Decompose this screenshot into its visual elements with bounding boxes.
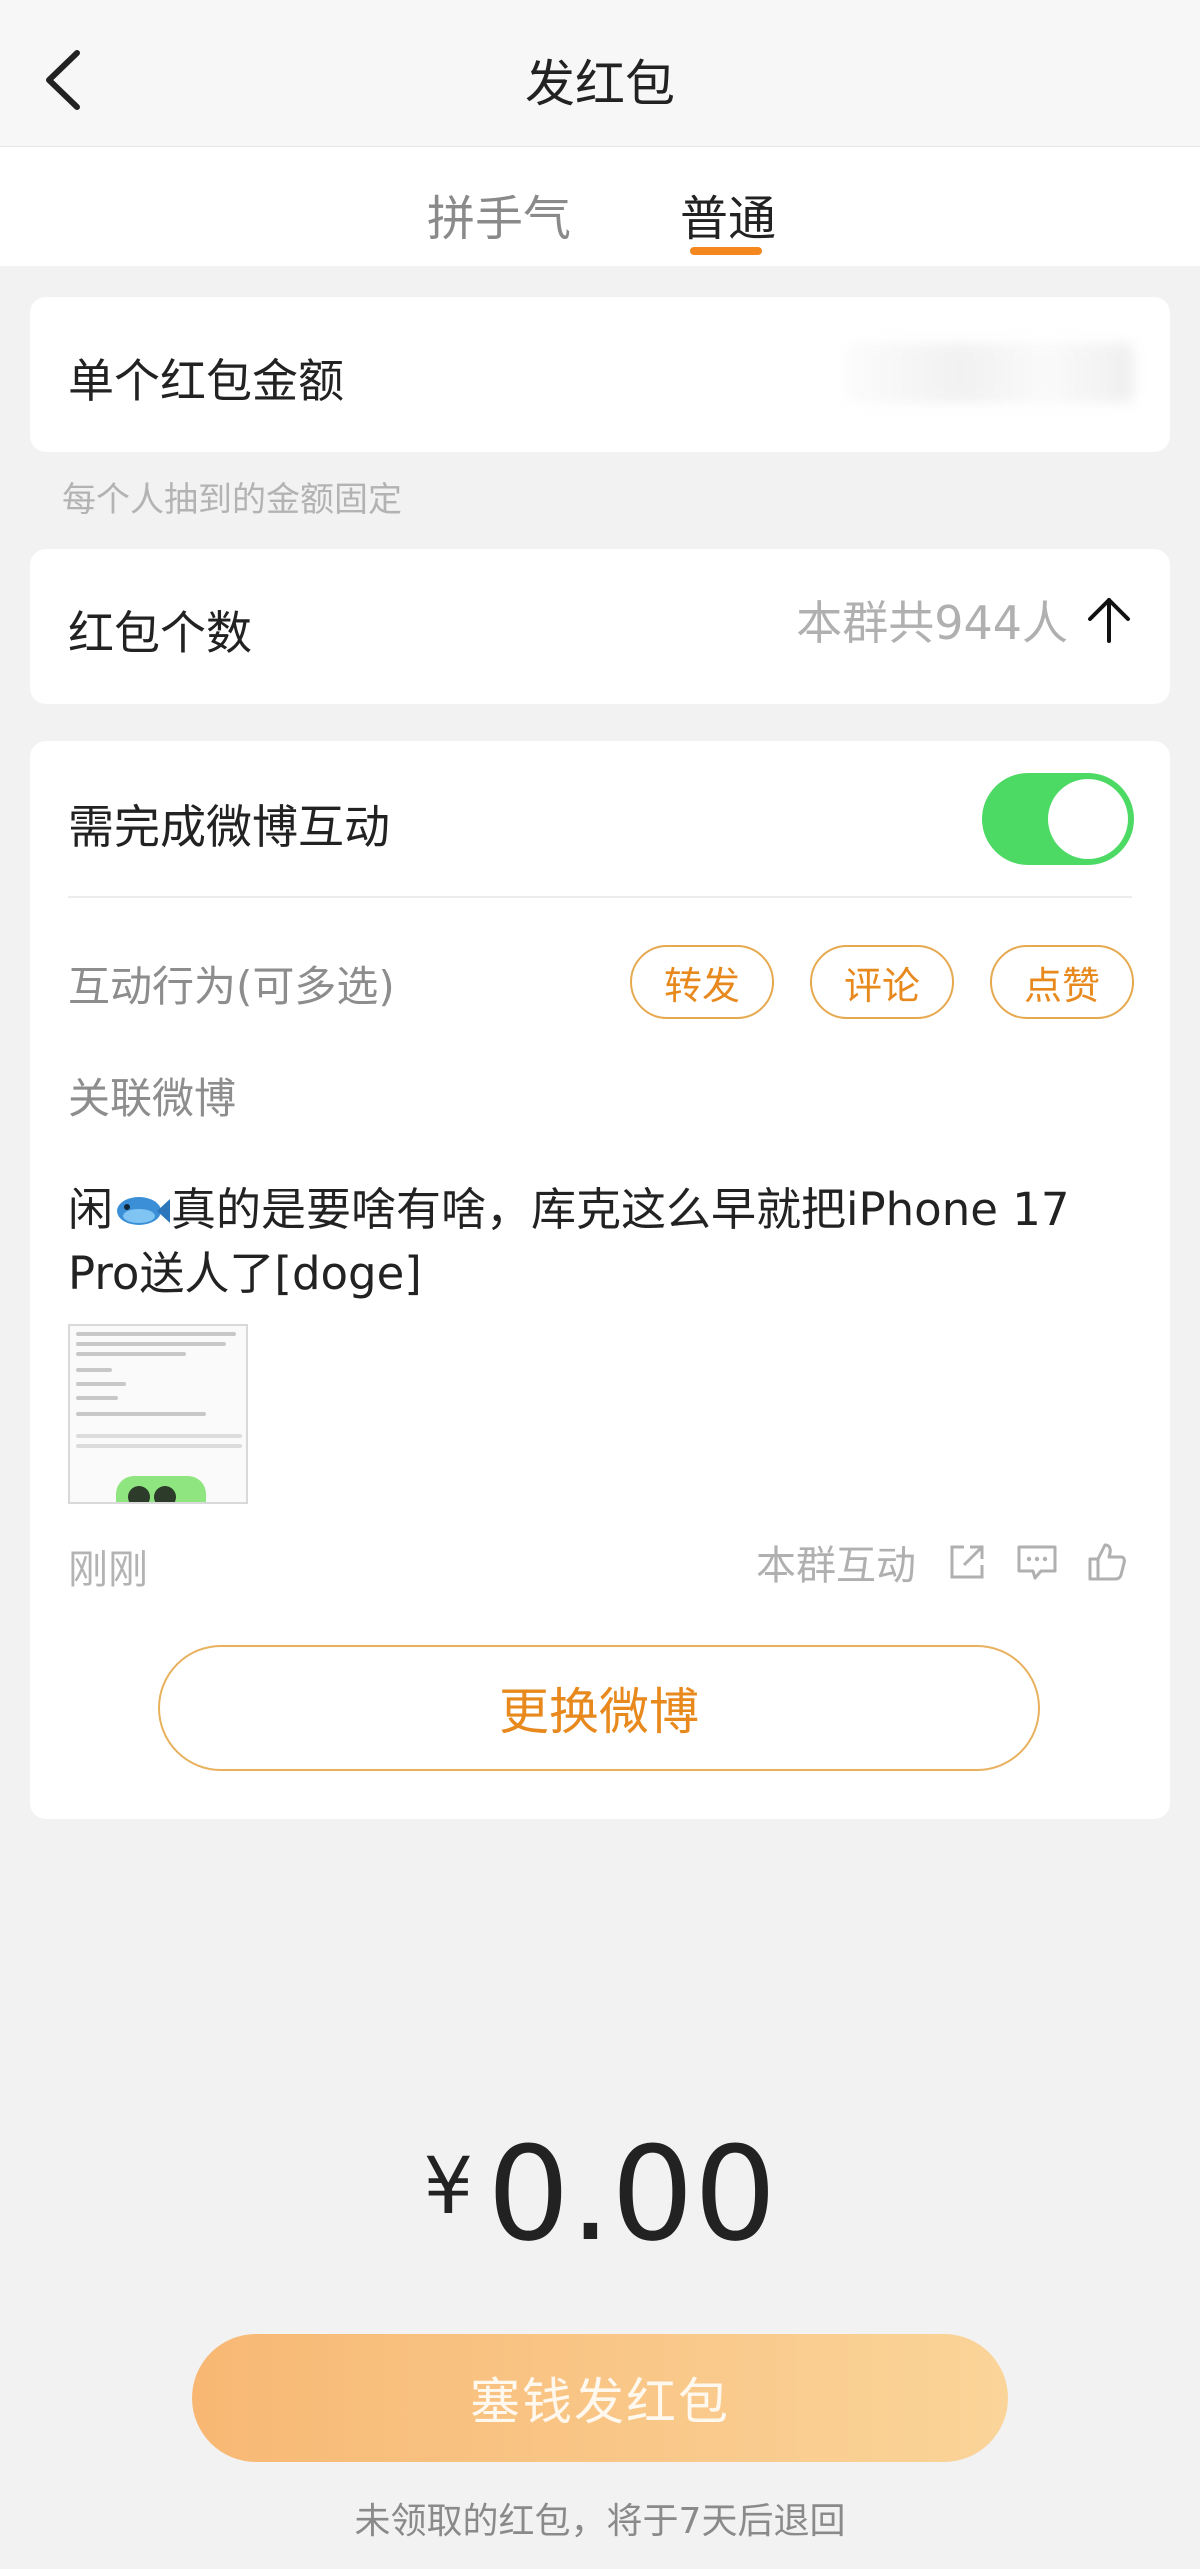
- tab-normal[interactable]: 普通: [680, 179, 776, 249]
- amount-input-blurred[interactable]: [844, 343, 1134, 403]
- comment-icon: [1017, 1545, 1057, 1580]
- action-comment-chip[interactable]: 评论: [810, 945, 954, 1019]
- group-interaction-text: 本群互动: [756, 1543, 916, 1589]
- amount-card[interactable]: 单个红包金额: [30, 297, 1170, 452]
- change-weibo-button[interactable]: 更换微博: [158, 1645, 1040, 1771]
- count-input[interactable]: 本群共944人: [796, 587, 1132, 653]
- weibo-post-text: 闲真的是要啥有啥，库克这么早就把iPhone 17 Pro送人了[doge]: [68, 1178, 1148, 1306]
- total-amount: ¥0.00: [0, 2118, 1200, 2270]
- linked-weibo-label: 关联微博: [68, 1074, 237, 1123]
- toggle-knob: [1048, 779, 1128, 859]
- refund-notice: 未领取的红包，将于7天后退回: [354, 2501, 846, 2542]
- send-red-packet-button[interactable]: 塞钱发红包: [192, 2334, 1008, 2462]
- count-label: 红包个数: [68, 606, 252, 660]
- tab-random[interactable]: 拼手气: [427, 179, 571, 249]
- page-title: 发红包: [525, 55, 675, 113]
- interaction-label: 需完成微博互动: [68, 800, 390, 854]
- count-card[interactable]: 红包个数 本群共944人: [30, 549, 1170, 704]
- post-meta-actions: 本群互动: [756, 1533, 1132, 1591]
- comment-button[interactable]: [1012, 1537, 1062, 1587]
- phone-image: [116, 1476, 206, 1502]
- currency-symbol: ¥: [423, 2142, 474, 2232]
- thumbs-up-icon: [1088, 1543, 1126, 1581]
- amount-label: 单个红包金额: [68, 354, 344, 408]
- text-cursor-icon: [1088, 598, 1130, 643]
- weibo-interaction-card: 需完成微博互动 互动行为(可多选) 转发 评论 点赞 关联微博 闲真的是要啥有啥…: [30, 741, 1170, 1819]
- like-button[interactable]: [1082, 1537, 1132, 1587]
- actions-label: 互动行为(可多选): [68, 962, 395, 1011]
- post-text-rest: 真的是要啥有啥，库克这么早就把iPhone 17 Pro送人了[doge]: [68, 1183, 1070, 1300]
- share-button[interactable]: [942, 1537, 992, 1587]
- interaction-toggle[interactable]: [982, 773, 1134, 865]
- post-text-start: 闲: [68, 1183, 114, 1236]
- share-icon: [950, 1545, 984, 1579]
- action-repost-chip[interactable]: 转发: [630, 945, 774, 1019]
- divider: [68, 896, 1132, 898]
- action-like-chip[interactable]: 点赞: [990, 945, 1134, 1019]
- header-bar: 发红包: [0, 0, 1200, 147]
- amount-value: 0.00: [487, 2118, 777, 2270]
- post-time: 刚刚: [68, 1547, 148, 1593]
- amount-hint: 每个人抽到的金额固定: [62, 480, 402, 520]
- fish-emoji-icon: [117, 1197, 171, 1225]
- post-thumbnail[interactable]: [68, 1324, 248, 1504]
- group-member-count: 本群共944人: [796, 596, 1068, 650]
- tab-bar: 拼手气 普通: [0, 147, 1200, 266]
- tab-active-indicator: [690, 247, 762, 255]
